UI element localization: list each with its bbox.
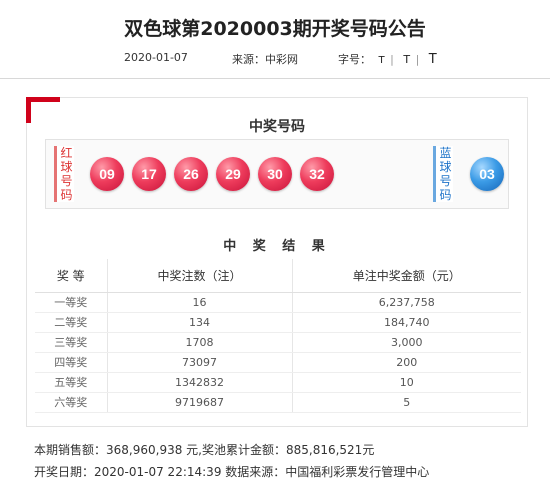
winning-numbers-box: 红球号码 09 17 26 29 30 32 蓝球号码 03 [45, 139, 509, 209]
red-ball: 09 [90, 157, 124, 191]
publish-date: 2020-01-07 [124, 51, 188, 64]
divider [0, 78, 550, 79]
winner-count: 134 [107, 312, 293, 333]
column-header-count: 中奖注数（注） [107, 259, 293, 293]
prize-level: 二等奖 [35, 312, 108, 333]
red-ball: 29 [216, 157, 250, 191]
prize-table: 奖 等 中奖注数（注） 单注中奖金额（元） 一等奖 16 6,237,758 二… [35, 259, 521, 413]
prize-level: 六等奖 [35, 392, 108, 413]
source-label: 来源：中彩网 [232, 53, 298, 66]
red-ball-label: 红球号码 [54, 146, 74, 202]
sales-summary: 本期销售额：368,960,938 元,奖池累计金额：885,816,521元 [34, 443, 375, 457]
red-ball: 32 [300, 157, 334, 191]
table-row: 四等奖 73097 200 [35, 352, 521, 373]
font-size-large-button[interactable]: T [429, 52, 437, 67]
article-title: 双色球第2020003期开奖号码公告 [124, 18, 426, 40]
winner-count: 1342832 [107, 372, 293, 393]
column-header-amount: 单注中奖金额（元） [292, 259, 521, 293]
prize-amount: 184,740 [292, 312, 521, 333]
font-size-label: 字号： [338, 53, 371, 66]
font-size-medium-button[interactable]: T [403, 53, 410, 66]
red-ball: 26 [174, 157, 208, 191]
red-ball: 17 [132, 157, 166, 191]
column-header-level: 奖 等 [35, 259, 108, 293]
table-row: 一等奖 16 6,237,758 [35, 292, 521, 313]
prize-amount: 5 [292, 392, 521, 413]
table-row: 六等奖 9719687 5 [35, 392, 521, 413]
winner-count: 73097 [107, 352, 293, 373]
prize-level: 一等奖 [35, 292, 108, 313]
separator: | [390, 53, 394, 66]
draw-info: 开奖日期：2020-01-07 22:14:39 数据来源：中国福利彩票发行管理… [34, 465, 430, 479]
winner-count: 1708 [107, 332, 293, 353]
blue-ball-label: 蓝球号码 [433, 146, 453, 202]
blue-ball: 03 [470, 157, 504, 191]
table-header-row: 奖 等 中奖注数（注） 单注中奖金额（元） [35, 259, 521, 293]
table-row: 二等奖 134 184,740 [35, 312, 521, 333]
winner-count: 9719687 [107, 392, 293, 413]
prize-amount: 10 [292, 372, 521, 393]
results-title: 中 奖 结 果 [223, 239, 331, 254]
font-size-switcher: 字号： T | T | T [338, 51, 437, 67]
table-row: 三等奖 1708 3,000 [35, 332, 521, 353]
font-size-small-button[interactable]: T [379, 55, 385, 66]
prize-amount: 6,237,758 [292, 292, 521, 313]
winner-count: 16 [107, 292, 293, 313]
separator: | [415, 53, 420, 66]
prize-level: 五等奖 [35, 372, 108, 393]
prize-level: 四等奖 [35, 352, 108, 373]
prize-amount: 200 [292, 352, 521, 373]
prize-amount: 3,000 [292, 332, 521, 353]
draw-result-panel: 中奖号码 红球号码 09 17 26 29 30 32 蓝球号码 03 中 奖 … [26, 97, 528, 427]
prize-level: 三等奖 [35, 332, 108, 353]
table-row: 五等奖 1342832 10 [35, 372, 521, 393]
red-ball: 30 [258, 157, 292, 191]
winning-numbers-title: 中奖号码 [249, 119, 305, 135]
